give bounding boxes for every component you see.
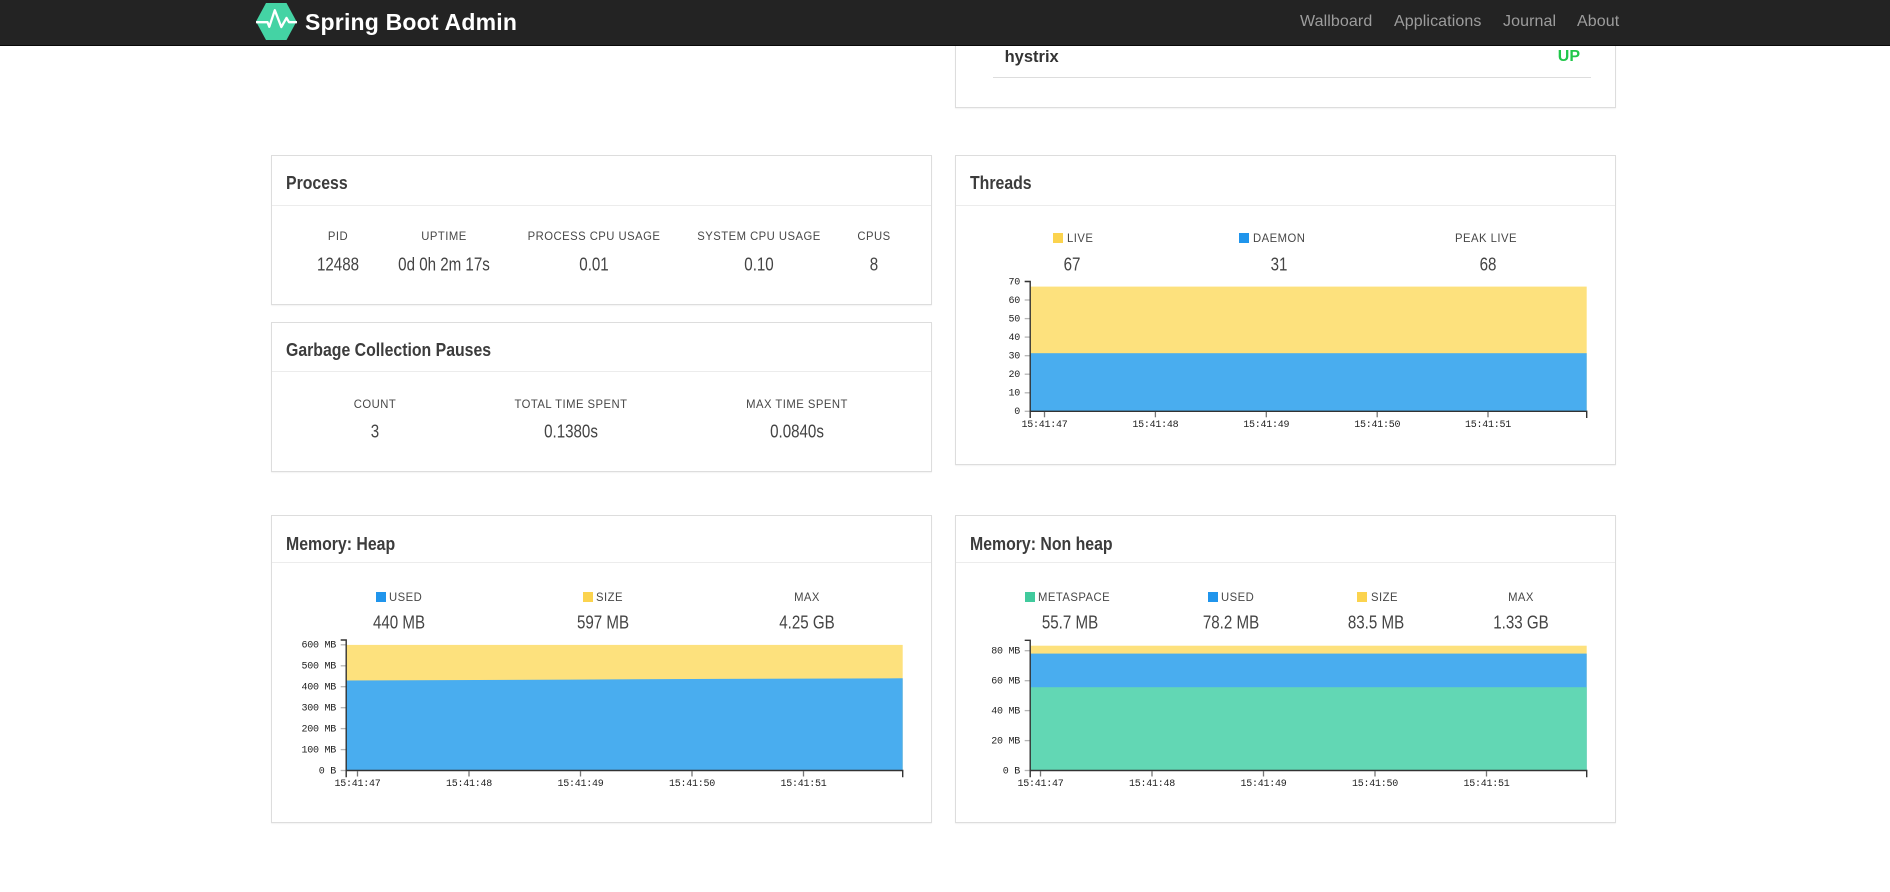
svg-text:40: 40 [1009,333,1021,344]
svg-text:50: 50 [1009,315,1021,326]
svg-text:15:41:48: 15:41:48 [1133,421,1179,432]
svg-text:10: 10 [1009,389,1021,400]
svg-text:15:41:49: 15:41:49 [558,780,604,791]
svg-text:100 MB: 100 MB [302,746,337,757]
svg-text:400 MB: 400 MB [302,683,337,694]
svg-text:60: 60 [1009,296,1021,307]
svg-text:60 MB: 60 MB [991,677,1020,688]
svg-text:15:41:48: 15:41:48 [1129,780,1175,791]
svg-text:600 MB: 600 MB [302,641,337,652]
svg-text:0 B: 0 B [1003,767,1021,778]
svg-text:15:41:50: 15:41:50 [669,780,715,791]
svg-text:80 MB: 80 MB [991,647,1020,658]
svg-text:15:41:49: 15:41:49 [1241,780,1287,791]
svg-text:15:41:48: 15:41:48 [446,780,492,791]
svg-text:40 MB: 40 MB [991,707,1020,718]
svg-text:30: 30 [1009,352,1021,363]
svg-text:15:41:47: 15:41:47 [1018,780,1064,791]
svg-text:70: 70 [1009,278,1021,289]
svg-text:15:41:51: 15:41:51 [781,780,827,791]
svg-text:15:41:50: 15:41:50 [1354,421,1400,432]
svg-text:15:41:51: 15:41:51 [1465,421,1511,432]
svg-text:15:41:51: 15:41:51 [1464,780,1510,791]
svg-text:0 B: 0 B [319,767,337,778]
svg-text:15:41:50: 15:41:50 [1352,780,1398,791]
svg-text:15:41:49: 15:41:49 [1243,421,1289,432]
svg-text:20 MB: 20 MB [991,737,1020,748]
svg-text:15:41:47: 15:41:47 [1022,421,1068,432]
svg-text:300 MB: 300 MB [302,704,337,715]
svg-text:200 MB: 200 MB [302,725,337,736]
svg-text:0: 0 [1014,407,1020,418]
svg-text:15:41:47: 15:41:47 [335,780,381,791]
svg-text:500 MB: 500 MB [302,662,337,673]
svg-text:20: 20 [1009,370,1021,381]
